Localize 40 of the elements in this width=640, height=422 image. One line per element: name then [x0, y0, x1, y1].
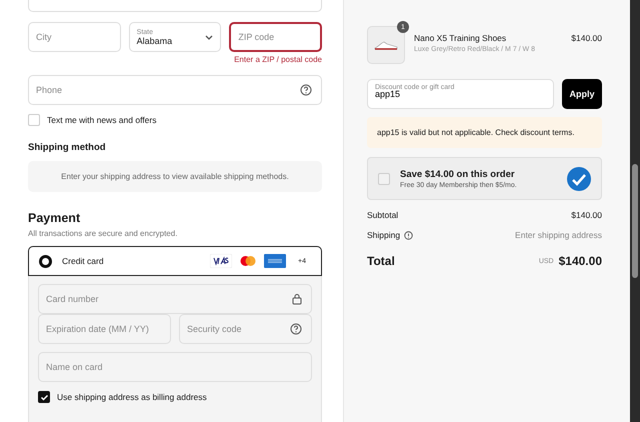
phone-field[interactable]: Phone — [28, 75, 322, 105]
help-icon — [300, 84, 312, 96]
product-name: Nano X5 Training Shoes — [414, 33, 508, 43]
summary-label: Shipping — [367, 230, 400, 240]
checkbox[interactable] — [38, 391, 50, 403]
summary-label: Subtotal — [367, 210, 398, 220]
security-code-field[interactable]: Security code — [179, 314, 312, 344]
product-price: $140.00 — [571, 32, 602, 43]
name-on-card-field[interactable]: Name on card — [38, 352, 312, 382]
scrollbar[interactable] — [630, 0, 640, 422]
checkbox-label: Use shipping address as billing address — [57, 392, 207, 402]
apply-button[interactable]: Apply — [562, 79, 602, 109]
city-field[interactable]: City — [28, 22, 121, 52]
section-heading: Payment — [28, 211, 82, 225]
total-amount: $140.00 — [558, 254, 602, 268]
summary-value: $140.00 — [571, 210, 602, 220]
state-value: Alabama — [136, 36, 172, 46]
zip-error-message: Enter a ZIP / postal code — [233, 55, 322, 64]
logo-icon — [567, 167, 591, 191]
radio-button[interactable] — [39, 254, 52, 268]
help-icon — [290, 323, 302, 335]
visa-card-icon — [210, 254, 232, 268]
expiration-date-field[interactable]: Expiration date (MM / YY) — [38, 314, 171, 344]
zip-code-field[interactable]: ZIP code — [229, 22, 322, 52]
amex-card-icon — [264, 254, 286, 268]
section-heading: Shipping method — [28, 142, 107, 153]
summary-value: Enter shipping address — [515, 230, 602, 240]
total-label: Total — [367, 254, 395, 268]
membership-title: Save $14.00 on this order — [400, 169, 516, 180]
lock-icon — [292, 293, 302, 305]
discount-notice: app15 is valid but not applicable. Check discount terms. — [367, 117, 602, 148]
section-subtitle: All transactions are secure and encrypted. — [28, 229, 178, 238]
help-icon — [404, 230, 414, 240]
address-line-field[interactable] — [28, 0, 322, 12]
shoe-drawing — [374, 39, 398, 51]
card-number-field[interactable]: Card number — [38, 284, 312, 314]
check-icon — [40, 392, 48, 402]
shipping-methods-message: Enter your shipping address to view available shipping methods. — [28, 161, 322, 192]
checkbox-label: Text me with news and offers — [47, 115, 156, 125]
chevron-down-icon — [205, 34, 214, 40]
